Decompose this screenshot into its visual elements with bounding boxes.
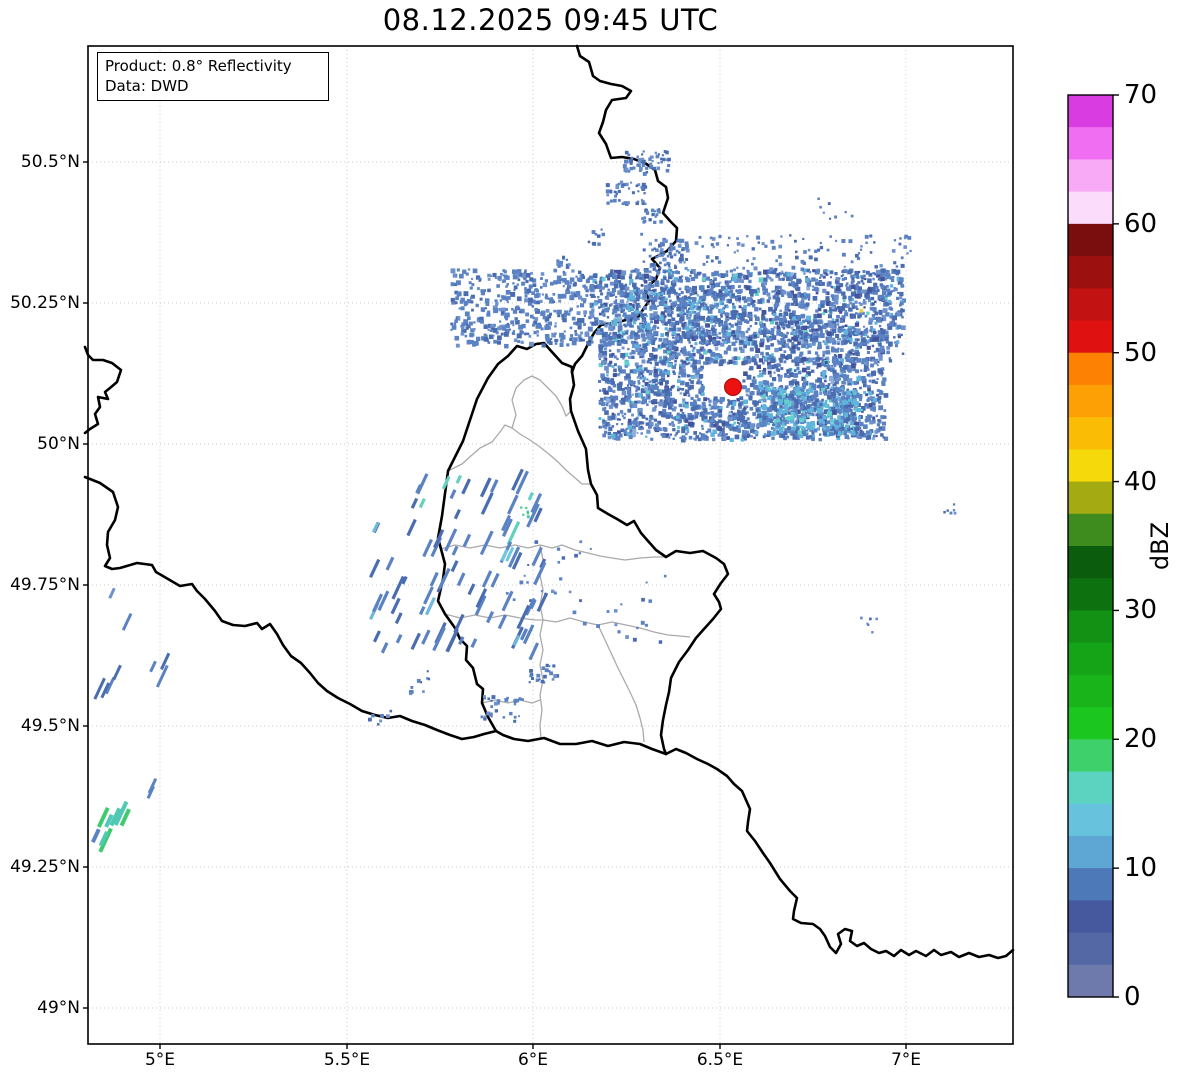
radar-reflectivity-figure: 08.12.2025 09:45 UTC Product: 0.8° Refle… <box>0 0 1202 1081</box>
product-info-box: Product: 0.8° Reflectivity Data: DWD <box>97 52 329 101</box>
map-plot-canvas <box>83 44 1119 1049</box>
colorbar-tick-label: 70 <box>1124 80 1158 110</box>
colorbar-tick-label: 60 <box>1124 208 1158 239</box>
map-frame <box>87 45 1014 1045</box>
product-line: Product: 0.8° Reflectivity <box>105 57 292 75</box>
colorbar-tick-label: 20 <box>1124 724 1158 755</box>
colorbar-tick-label: 50 <box>1124 337 1158 368</box>
country-borders <box>83 44 1015 960</box>
colorbar-axis-label: dBZ <box>1146 521 1174 571</box>
grid-lines <box>88 46 1013 1044</box>
colorbar-tick-label: 0 <box>1124 982 1141 1012</box>
colorbar <box>1067 94 1119 998</box>
admin-borders <box>440 375 691 743</box>
colorbar-tick-label: 40 <box>1124 466 1158 497</box>
radar-site-marker <box>724 378 742 396</box>
colorbar-tick-label: 30 <box>1124 595 1158 626</box>
radar-echoes-layer <box>90 150 957 853</box>
colorbar-tick-label: 10 <box>1124 853 1158 884</box>
data-source-line: Data: DWD <box>105 77 189 95</box>
